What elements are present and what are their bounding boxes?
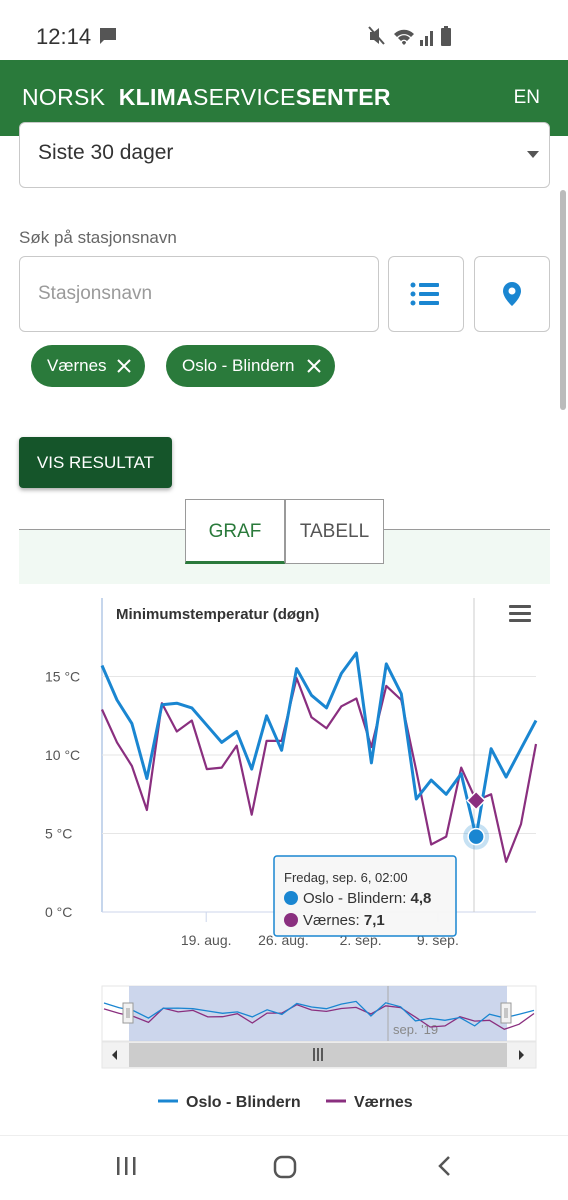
point-marker-oslo-blindern <box>467 827 485 846</box>
y-tick-label: 15 °C <box>45 669 80 685</box>
period-select[interactable]: Siste 30 dager <box>19 122 550 188</box>
list-view-button[interactable] <box>388 256 464 332</box>
message-icon <box>100 28 116 44</box>
status-time: 12:14 <box>36 24 92 49</box>
station-chip-oslo-blindern: Oslo - Blindern <box>166 345 335 387</box>
close-icon[interactable] <box>115 357 133 375</box>
navigator-handle-left[interactable] <box>122 1002 134 1024</box>
logo-norsk: NORSK <box>22 84 106 110</box>
close-icon[interactable] <box>305 357 323 375</box>
logo-service: SERVICE <box>193 84 296 110</box>
station-search-input[interactable] <box>19 256 379 332</box>
home-icon[interactable] <box>272 1154 298 1180</box>
tooltip-row-label: Værnes: 7,1 <box>303 912 385 929</box>
map-view-button[interactable] <box>474 256 550 332</box>
tooltip-dot-oslo <box>284 891 298 905</box>
page-scrollbar[interactable] <box>560 190 566 410</box>
chart-legend: Oslo - Blindern Værnes <box>158 1094 413 1111</box>
navigator-handle-right[interactable] <box>500 1002 512 1024</box>
chart-title: Minimumstemperatur (døgn) <box>116 606 319 623</box>
station-chip-label: Oslo - Blindern <box>182 356 295 375</box>
tooltip-title: Fredag, sep. 6, 02:00 <box>284 870 408 885</box>
status-bar: 12:14 <box>0 0 568 60</box>
recent-apps-icon[interactable] <box>114 1154 138 1178</box>
chart-navigator[interactable]: sep. '19 <box>101 985 537 1069</box>
system-nav-bar <box>0 1135 568 1200</box>
y-tick-label: 0 °C <box>45 904 72 920</box>
navigator-handle-right-body <box>500 1002 512 1024</box>
navigator-handle-left-body <box>122 1002 134 1024</box>
station-chip-label: Værnes <box>47 356 107 375</box>
legend-item-oslo-blindern[interactable]: Oslo - Blindern <box>158 1094 301 1111</box>
signal-icon <box>420 31 433 46</box>
period-select-value: Siste 30 dager <box>38 141 174 164</box>
battery-icon <box>441 26 451 46</box>
status-icons <box>368 26 451 46</box>
logo-klima: KLIMA <box>118 84 194 110</box>
legend-label: Værnes <box>354 1094 413 1111</box>
location-pin-icon <box>503 282 521 306</box>
x-tick-label: 19. aug. <box>181 932 232 948</box>
tooltip-dot-vaernes <box>284 913 298 927</box>
temperature-chart: Minimumstemperatur (døgn) 15 °C 10 °C 5 °C… <box>45 598 538 1111</box>
legend-label: Oslo - Blindern <box>186 1094 301 1111</box>
station-chip-vaernes: Værnes <box>31 345 145 387</box>
list-icon <box>410 282 439 306</box>
legend-item-vaernes[interactable]: Værnes <box>326 1094 413 1111</box>
show-results-button[interactable]: VIS RESULTAT <box>19 437 172 488</box>
tooltip-row-label: Oslo - Blindern: 4,8 <box>303 890 431 907</box>
mute-icon <box>368 26 385 45</box>
search-label: Søk på stasjonsnavn <box>19 228 177 247</box>
logo-senter: SENTER <box>295 84 391 110</box>
caret-down-icon <box>527 151 539 158</box>
navigator-selection <box>129 986 507 1041</box>
tooltip-row-value: 4,8 <box>411 890 432 907</box>
chart-menu-icon[interactable] <box>509 605 531 622</box>
y-axis-ticks: 15 °C 10 °C 5 °C 0 °C <box>45 669 80 921</box>
navigator-label: sep. '19 <box>393 1022 438 1037</box>
language-toggle[interactable]: EN <box>514 87 540 109</box>
tab-tabell[interactable]: TABELL <box>285 499 384 564</box>
tab-graf[interactable]: GRAF <box>185 499 285 564</box>
back-icon[interactable] <box>433 1154 457 1178</box>
y-tick-label: 10 °C <box>45 747 80 763</box>
tooltip-row-value: 7,1 <box>364 912 385 929</box>
wifi-icon <box>394 29 414 45</box>
y-tick-label: 5 °C <box>45 826 72 842</box>
chart-tooltip: Fredag, sep. 6, 02:00 Oslo - Blindern: 4,… <box>273 855 457 937</box>
site-logo[interactable]: NORSK KLIMASERVICESENTER <box>22 84 391 111</box>
